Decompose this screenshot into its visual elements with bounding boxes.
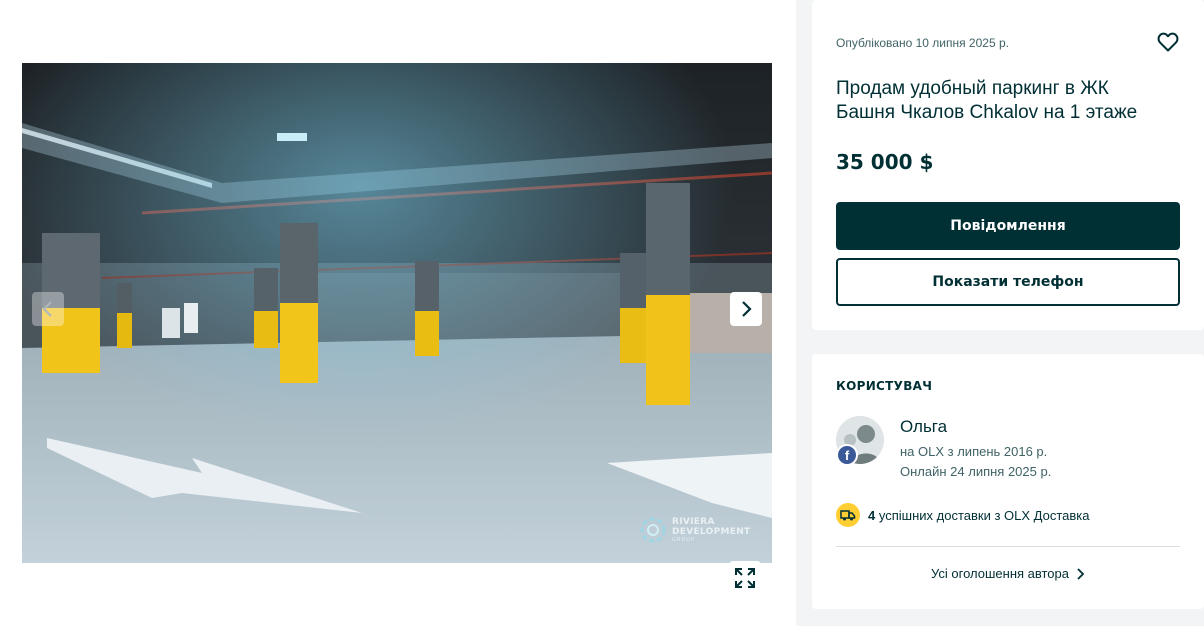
user-heading: КОРИСТУВАЧ bbox=[836, 379, 933, 393]
watermark-logo: RIVIERA DEVELOPMENT GROUP bbox=[640, 515, 750, 545]
favorite-button[interactable] bbox=[1156, 30, 1180, 54]
listing-price: 35 000 $ bbox=[836, 150, 934, 174]
prev-photo-button[interactable] bbox=[32, 292, 64, 326]
riviera-logo-icon bbox=[640, 517, 666, 543]
facebook-icon: f bbox=[836, 444, 858, 466]
expand-icon bbox=[735, 568, 755, 588]
posted-date: Опубліковано 10 липня 2025 р. bbox=[836, 36, 1009, 50]
listing-photo[interactable] bbox=[22, 63, 772, 563]
chevron-right-icon bbox=[742, 301, 752, 317]
message-button[interactable]: Повідомлення bbox=[836, 202, 1180, 250]
watermark-group: GROUP bbox=[672, 537, 695, 543]
show-phone-button[interactable]: Показати телефон bbox=[836, 258, 1180, 306]
all-ads-link[interactable]: Усі оголошення автора bbox=[812, 566, 1204, 581]
listing-info-card: Опубліковано 10 липня 2025 р. Продам удо… bbox=[812, 0, 1204, 330]
listing-title: Продам удобный паркинг в ЖК Башня Чкалов… bbox=[836, 78, 1138, 123]
delivery-info: 4 успішних доставки з OLX Доставка bbox=[836, 503, 1089, 527]
user-last-online: Онлайн 24 липня 2025 р. bbox=[900, 464, 1052, 479]
divider bbox=[836, 546, 1180, 547]
chevron-left-icon bbox=[42, 301, 52, 317]
watermark-sub: DEVELOPMENT bbox=[672, 527, 751, 537]
heart-icon bbox=[1157, 32, 1179, 52]
user-member-since: на OLX з липень 2016 р. bbox=[900, 444, 1048, 459]
deliveries-count: 4 bbox=[868, 507, 876, 523]
watermark-brand: RIVIERA bbox=[672, 517, 715, 527]
chevron-right-icon bbox=[1077, 567, 1085, 580]
parking-garage-image bbox=[22, 63, 772, 563]
user-name[interactable]: Ольга bbox=[900, 417, 947, 437]
user-card: КОРИСТУВАЧ f Ольга на OLX з липень 2016 … bbox=[812, 354, 1204, 609]
truck-icon bbox=[836, 503, 860, 527]
fullscreen-button[interactable] bbox=[729, 561, 761, 595]
next-photo-button[interactable] bbox=[730, 292, 762, 326]
deliveries-text: успішних доставки з OLX Доставка bbox=[878, 507, 1090, 523]
gallery-panel: RIVIERA DEVELOPMENT GROUP bbox=[0, 0, 796, 626]
all-ads-label: Усі оголошення автора bbox=[931, 566, 1069, 581]
